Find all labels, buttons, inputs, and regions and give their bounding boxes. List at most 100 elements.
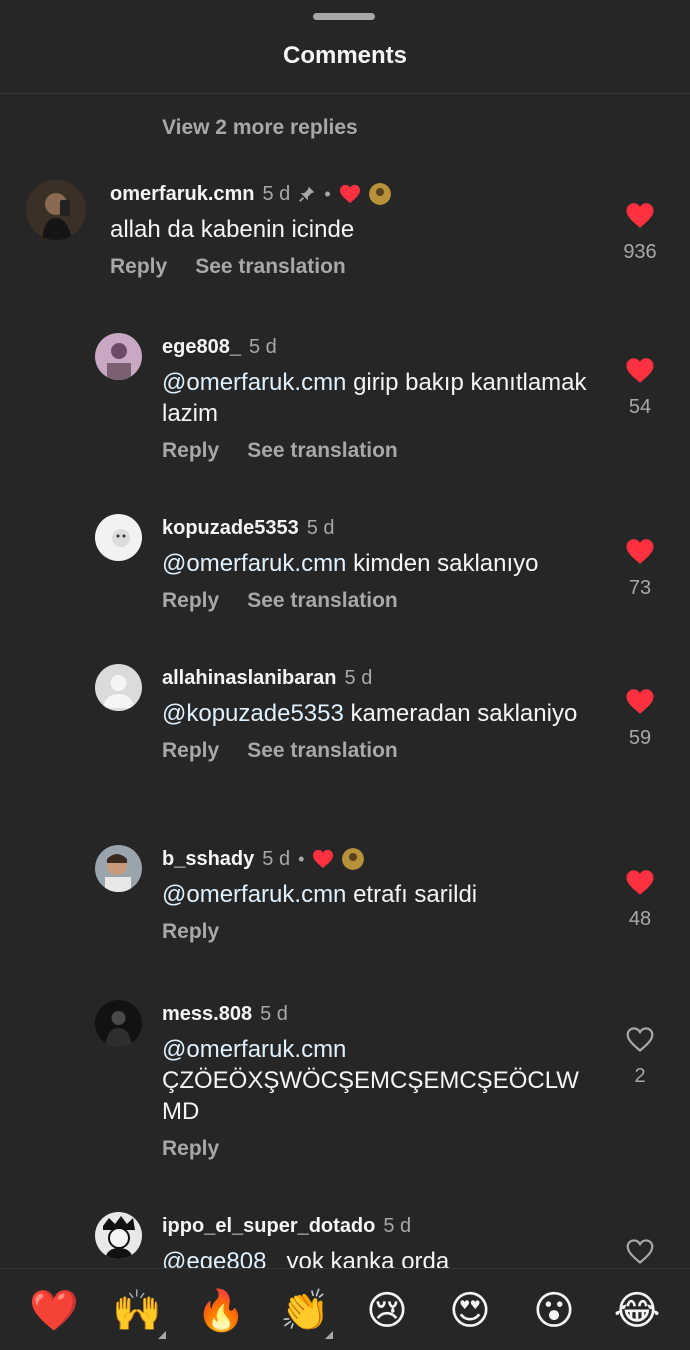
reply-button[interactable]: Reply (162, 739, 219, 763)
like-count: 73 (628, 577, 652, 599)
raising-hands-emoji-button[interactable]: 🙌 (112, 1287, 162, 1335)
comments-sheet: Comments View 2 more replies omerfaruk.c… (0, 0, 690, 1350)
like-count: 48 (628, 908, 652, 930)
view-more-replies-button[interactable]: View 2 more replies (162, 116, 358, 140)
reply-button[interactable]: Reply (162, 1137, 219, 1161)
avatar[interactable] (95, 514, 142, 561)
timestamp: 5 d (248, 335, 277, 358)
heart-eyes-emoji-button[interactable]: 😍 (446, 1287, 494, 1335)
comment-body: b_sshady 5 d • @omerfaruk.cmn etrafı sar… (162, 845, 590, 944)
like-button[interactable]: 2 (612, 1026, 668, 1088)
crying-face-emoji-button[interactable]: 😢 (363, 1287, 411, 1335)
like-button[interactable]: 48 (612, 869, 668, 931)
comment-body: ippo_el_super_dotado 5 d @ege808_ yok ka… (162, 1212, 590, 1269)
comment-body: ege808_ 5 d @omerfaruk.cmn girip bakıp k… (162, 333, 590, 463)
header-divider (0, 93, 690, 94)
like-count: 2 (634, 1065, 646, 1087)
creator-avatar-icon (368, 183, 391, 205)
like-count: 59 (628, 727, 652, 749)
comment-text: allah da kabenin icinde (110, 214, 391, 245)
separator-dot: • (298, 848, 305, 869)
mention-link[interactable]: @omerfaruk.cmn (162, 881, 346, 908)
like-count: 54 (628, 396, 652, 418)
timestamp: 5 d (344, 666, 373, 689)
comment-text: @ege808_ yok kanka orda (162, 1246, 590, 1268)
creator-liked-heart-icon (313, 849, 334, 869)
emoji-reaction-bar: ❤️ 🙌 🔥 👏 😢 😍 😮 😂 (0, 1268, 690, 1350)
like-button[interactable]: 936 (612, 202, 668, 264)
reply-button[interactable]: Reply (162, 589, 219, 613)
like-button[interactable]: 73 (612, 538, 668, 600)
reply-button[interactable]: Reply (162, 920, 219, 944)
comment-text: @kopuzade5353 kameradan saklaniyo (162, 698, 590, 729)
heart-filled-icon (626, 539, 654, 564)
comment-text: @omerfaruk.cmn etrafı sarildi (162, 879, 590, 910)
clapping-hands-emoji-button[interactable]: 👏 (280, 1287, 330, 1335)
comment-item: omerfaruk.cmn 5 d • allah da kabenin ici… (0, 180, 690, 300)
username[interactable]: b_sshady (162, 848, 254, 871)
creator-liked-heart-icon (339, 184, 360, 204)
heart-outline-icon (626, 1239, 654, 1264)
creator-avatar-icon (342, 848, 365, 870)
reply-item: allahinaslanibaran 5 d @kopuzade5353 kam… (0, 664, 690, 804)
username[interactable]: ippo_el_super_dotado (162, 1215, 375, 1238)
heart-filled-icon (626, 203, 654, 228)
timestamp: 5 d (262, 182, 291, 205)
like-button[interactable]: 59 (612, 688, 668, 750)
sheet-title: Comments (282, 42, 408, 69)
username[interactable]: kopuzade5353 (162, 517, 299, 540)
mention-link[interactable]: @omerfaruk.cmn (162, 550, 346, 577)
comment-text: @omerfaruk.cmn ÇZÖEÖXŞWÖCŞEMCŞEMCŞEÖCLWM… (162, 1034, 590, 1127)
comment-content: yok kanka orda (279, 1248, 450, 1268)
reply-item: b_sshady 5 d • @omerfaruk.cmn etrafı sar… (0, 845, 690, 960)
heart-filled-icon (626, 870, 654, 895)
comment-body: kopuzade5353 5 d @omerfaruk.cmn kimden s… (162, 514, 590, 613)
fire-emoji-button[interactable]: 🔥 (196, 1287, 246, 1335)
username[interactable]: omerfaruk.cmn (110, 183, 255, 206)
see-translation-button[interactable]: See translation (247, 439, 398, 463)
skin-tone-indicator-icon (325, 1331, 333, 1339)
tears-of-joy-emoji-button[interactable]: 😂 (613, 1287, 661, 1335)
mention-link[interactable]: @kopuzade5353 (162, 700, 344, 727)
comment-content: kimden saklanıyo (346, 550, 539, 577)
avatar[interactable] (95, 845, 142, 892)
comment-content: etrafı sarildi (346, 881, 478, 908)
default-avatar[interactable] (95, 664, 142, 711)
heart-outline-icon (626, 1027, 654, 1052)
drag-handle[interactable] (313, 13, 375, 20)
timestamp: 5 d (262, 847, 291, 870)
username[interactable]: ege808_ (162, 336, 241, 359)
like-count: 936 (623, 241, 657, 263)
username[interactable]: mess.808 (162, 1003, 252, 1026)
surprised-face-emoji-button[interactable]: 😮 (530, 1287, 578, 1335)
like-button[interactable]: 54 (612, 357, 668, 419)
comment-body: omerfaruk.cmn 5 d • allah da kabenin ici… (110, 180, 391, 279)
reply-button[interactable]: Reply (162, 439, 219, 463)
reply-item: kopuzade5353 5 d @omerfaruk.cmn kimden s… (0, 514, 690, 624)
reply-item: ippo_el_super_dotado 5 d @ege808_ yok ka… (0, 1212, 690, 1268)
comment-body: allahinaslanibaran 5 d @kopuzade5353 kam… (162, 664, 590, 763)
heart-filled-icon (626, 358, 654, 383)
avatar[interactable] (95, 1000, 142, 1047)
reply-item: ege808_ 5 d @omerfaruk.cmn girip bakıp k… (0, 333, 690, 473)
skin-tone-indicator-icon (158, 1331, 166, 1339)
comment-content: kameradan saklaniyo (343, 700, 578, 727)
mention-link[interactable]: @omerfaruk.cmn (162, 369, 346, 396)
timestamp: 5 d (383, 1214, 412, 1237)
avatar[interactable] (26, 180, 86, 240)
see-translation-button[interactable]: See translation (247, 739, 398, 763)
mention-link[interactable]: @omerfaruk.cmn (162, 1036, 346, 1063)
pin-icon (299, 186, 315, 202)
red-heart-emoji-button[interactable]: ❤️ (29, 1287, 79, 1335)
like-button[interactable] (612, 1238, 668, 1265)
mention-link[interactable]: @ege808_ (162, 1248, 280, 1268)
avatar[interactable] (95, 333, 142, 380)
avatar[interactable] (95, 1212, 142, 1259)
timestamp: 5 d (260, 1002, 288, 1025)
username[interactable]: allahinaslanibaran (162, 667, 337, 690)
comment-text: @omerfaruk.cmn girip bakıp kanıtlamak la… (162, 367, 590, 429)
reply-item: mess.808 5 d @omerfaruk.cmn ÇZÖEÖXŞWÖCŞE… (0, 1000, 690, 1175)
see-translation-button[interactable]: See translation (247, 589, 398, 613)
reply-button[interactable]: Reply (110, 255, 167, 279)
see-translation-button[interactable]: See translation (195, 255, 346, 279)
